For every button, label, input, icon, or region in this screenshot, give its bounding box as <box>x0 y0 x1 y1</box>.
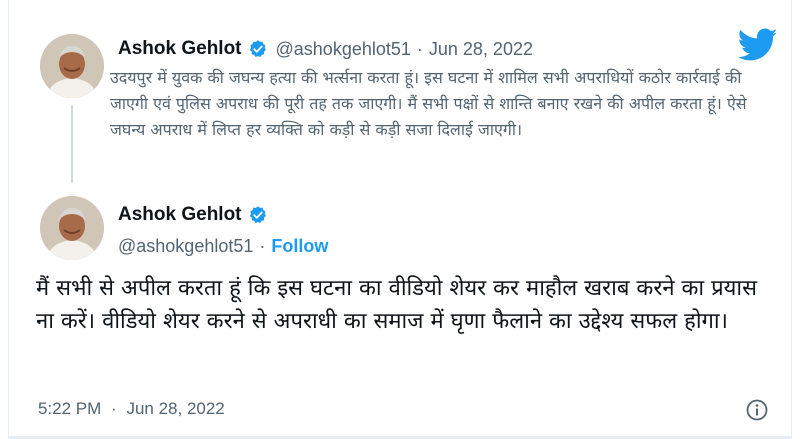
main-author-name[interactable]: Ashok Gehlot <box>118 204 242 226</box>
main-author-handle[interactable]: @ashokgehlot51 <box>118 236 253 257</box>
quoted-date[interactable]: Jun 28, 2022 <box>429 39 533 60</box>
twitter-bird-icon[interactable] <box>738 28 778 62</box>
quoted-tweet-text: उदयपुर में युवक की जघन्य हत्या की भर्त्स… <box>110 68 747 139</box>
quoted-author-name[interactable]: Ashok Gehlot <box>118 38 242 60</box>
follow-button[interactable]: Follow <box>271 236 328 257</box>
avatar-quoted[interactable] <box>40 34 104 98</box>
main-handle-row: @ashokgehlot51 · Follow <box>118 236 328 257</box>
tweet-timestamp[interactable]: 5:22 PM · Jun 28, 2022 <box>38 399 225 419</box>
separator-dot: · <box>111 399 117 418</box>
tweet-date: Jun 28, 2022 <box>126 399 225 418</box>
info-icon[interactable] <box>745 398 769 422</box>
tweet-time: 5:22 PM <box>38 399 102 418</box>
verified-badge-icon <box>249 206 266 223</box>
quoted-author-handle[interactable]: @ashokgehlot51 <box>276 39 411 60</box>
main-author-name-row: Ashok Gehlot <box>118 204 268 226</box>
quoted-header: Ashok Gehlot @ashokgehlot51 · Jun 28, 20… <box>118 38 533 60</box>
verified-badge-icon <box>249 40 266 57</box>
thread-line <box>71 105 73 183</box>
separator-dot: · <box>416 38 423 59</box>
separator-dot: · <box>259 236 266 256</box>
main-tweet-text: मैं सभी से अपील करता हूं कि इस घटना का व… <box>36 276 757 334</box>
avatar-main[interactable] <box>40 196 104 260</box>
